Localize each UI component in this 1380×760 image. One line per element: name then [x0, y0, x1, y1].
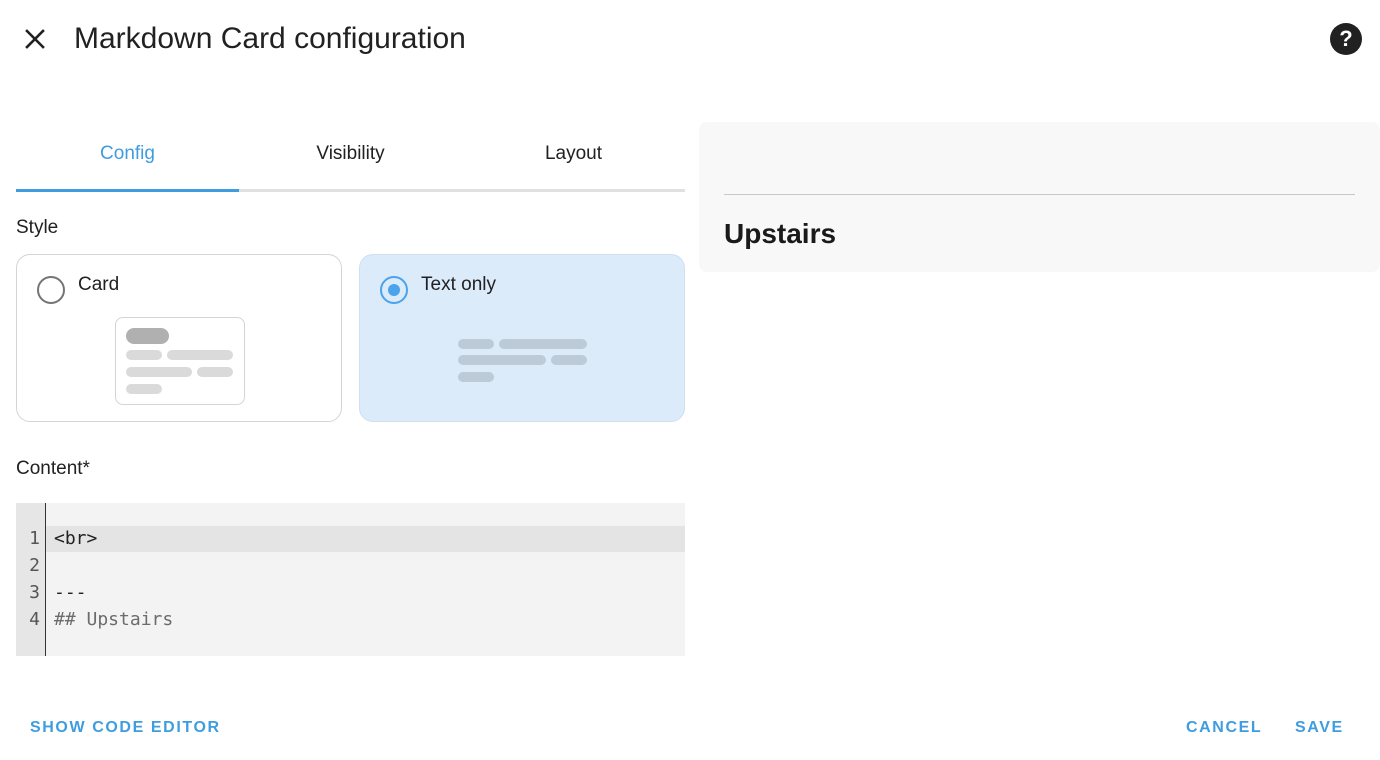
dialog-title: Markdown Card configuration: [74, 22, 466, 55]
card-style-illustration: [115, 317, 245, 405]
text-only-radio[interactable]: [380, 276, 408, 304]
tab-bar: Config Visibility Layout: [16, 122, 685, 192]
line-number: 2: [29, 555, 40, 576]
tab-visibility[interactable]: Visibility: [239, 122, 462, 189]
text-only-option-label: Text only: [421, 274, 496, 295]
content-label: Content*: [16, 458, 90, 479]
active-line-highlight: [46, 526, 685, 552]
help-icon: ?: [1339, 26, 1353, 51]
close-icon: [25, 29, 45, 49]
style-label: Style: [16, 217, 59, 238]
help-button[interactable]: ?: [1330, 23, 1362, 55]
tab-config[interactable]: Config: [16, 122, 239, 192]
code-line[interactable]: <br>: [54, 528, 97, 549]
markdown-code-editor[interactable]: 1 2 3 4 <br> --- ## Upstairs: [16, 503, 685, 656]
style-option-text-only[interactable]: Text only: [359, 254, 685, 422]
line-number: 4: [29, 609, 40, 630]
preview-heading: Upstairs: [724, 218, 837, 249]
preview-divider: [724, 194, 1355, 195]
code-line[interactable]: ## Upstairs: [54, 609, 173, 630]
line-number-gutter: [16, 503, 46, 656]
card-option-label: Card: [78, 274, 120, 295]
line-number: 3: [29, 582, 40, 603]
close-button[interactable]: [18, 22, 52, 56]
code-line[interactable]: ---: [54, 582, 87, 603]
save-button[interactable]: SAVE: [1295, 719, 1344, 737]
show-code-editor-button[interactable]: SHOW CODE EDITOR: [30, 719, 221, 737]
dialog-header: Markdown Card configuration ?: [0, 0, 1380, 78]
line-number: 1: [29, 528, 40, 549]
tab-layout[interactable]: Layout: [462, 122, 685, 189]
style-option-card[interactable]: Card: [16, 254, 342, 422]
card-radio[interactable]: [37, 276, 65, 304]
cancel-button[interactable]: CANCEL: [1186, 719, 1262, 737]
card-preview: Upstairs: [699, 122, 1380, 272]
